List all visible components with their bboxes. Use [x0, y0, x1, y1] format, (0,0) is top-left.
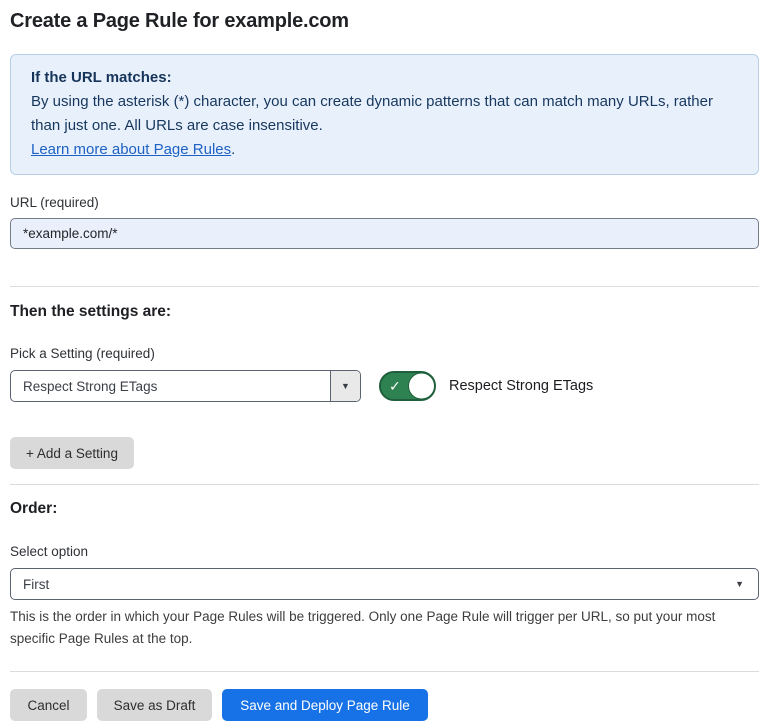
order-select-label: Select option: [10, 544, 759, 559]
cancel-button[interactable]: Cancel: [10, 689, 87, 721]
setting-picker-label: Pick a Setting (required): [10, 346, 759, 361]
divider: [10, 286, 759, 287]
info-box-heading: If the URL matches:: [31, 66, 738, 90]
url-input[interactable]: [10, 218, 759, 249]
order-select[interactable]: First ▼: [10, 568, 759, 600]
add-setting-button[interactable]: + Add a Setting: [10, 437, 134, 469]
setting-dropdown-arrow[interactable]: ▼: [330, 371, 360, 401]
save-and-deploy-button[interactable]: Save and Deploy Page Rule: [222, 689, 428, 721]
learn-more-link[interactable]: Learn more about Page Rules: [31, 141, 231, 158]
setting-dropdown-value: Respect Strong ETags: [11, 371, 330, 401]
setting-row: Respect Strong ETags ▼ ✓ Respect Strong …: [10, 370, 759, 402]
order-section-heading: Order:: [10, 500, 759, 518]
footer-actions: Cancel Save as Draft Save and Deploy Pag…: [10, 689, 759, 721]
order-help-text: This is the order in which your Page Rul…: [10, 606, 750, 650]
link-suffix: .: [231, 141, 235, 158]
setting-toggle-label: Respect Strong ETags: [449, 378, 593, 394]
toggle-knob: [408, 373, 435, 400]
url-match-info-box: If the URL matches: By using the asteris…: [10, 54, 759, 175]
setting-toggle[interactable]: ✓: [379, 371, 436, 401]
setting-dropdown[interactable]: Respect Strong ETags ▼: [10, 370, 361, 402]
chevron-down-icon: ▼: [341, 381, 350, 391]
info-box-link-line: Learn more about Page Rules.: [31, 138, 738, 162]
divider: [10, 484, 759, 485]
divider: [10, 671, 759, 672]
settings-section-heading: Then the settings are:: [10, 303, 759, 321]
info-box-body: By using the asterisk (*) character, you…: [31, 90, 738, 138]
chevron-down-icon: ▼: [735, 579, 744, 589]
page-title: Create a Page Rule for example.com: [10, 10, 759, 33]
check-icon: ✓: [389, 379, 401, 393]
page-rule-form: Create a Page Rule for example.com If th…: [0, 10, 769, 721]
save-as-draft-button[interactable]: Save as Draft: [97, 689, 212, 721]
order-select-value: First: [23, 577, 49, 592]
url-field-label: URL (required): [10, 195, 759, 210]
